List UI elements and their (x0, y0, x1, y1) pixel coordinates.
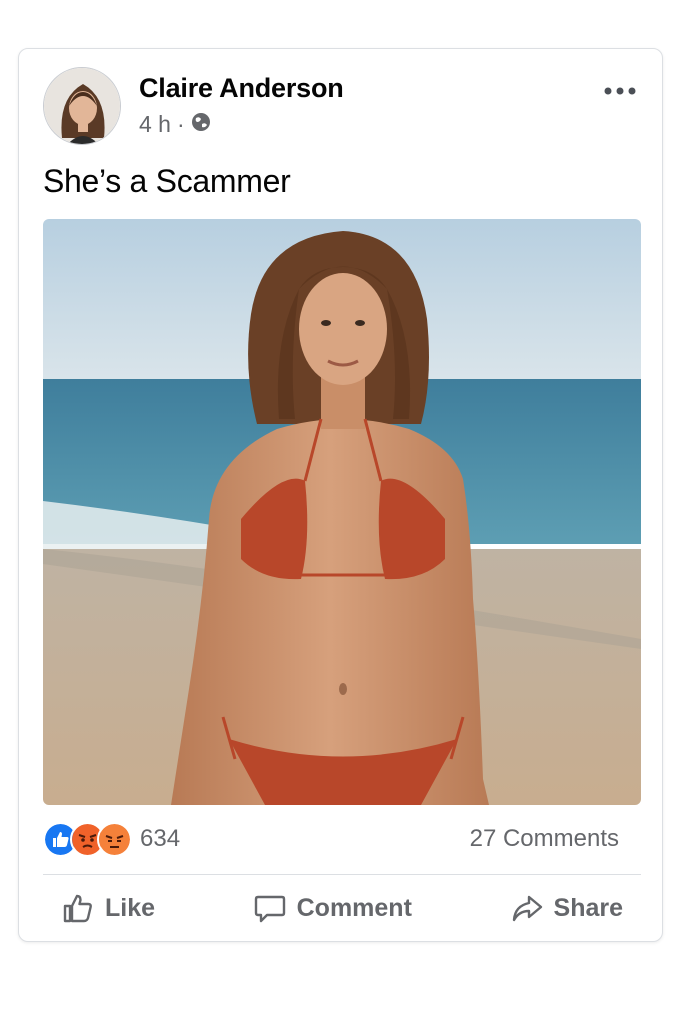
author-name[interactable]: Claire Anderson (139, 73, 344, 104)
thumbs-up-icon (63, 894, 92, 923)
comment-button[interactable]: Comment (235, 885, 430, 931)
divider (43, 874, 641, 875)
more-options-button[interactable] (602, 79, 638, 103)
share-icon (512, 895, 542, 922)
like-button[interactable]: Like (43, 885, 173, 931)
post-time[interactable]: 4 h (139, 111, 171, 138)
more-dots-icon (604, 87, 636, 95)
post-text: She’s a Scammer (43, 163, 291, 199)
post-photo[interactable] (43, 219, 641, 805)
like-label: Like (105, 893, 156, 922)
meta-separator: · (176, 111, 185, 137)
post-card: Claire Anderson 4 h · She’s a Scammer 63… (18, 48, 663, 942)
post-actions: Like Comment Share (43, 881, 641, 935)
globe-icon (191, 111, 211, 138)
reaction-count[interactable]: 634 (140, 825, 180, 853)
post-meta: 4 h · (139, 111, 211, 138)
comment-label: Comment (296, 893, 412, 922)
share-label: Share (553, 893, 623, 922)
reaction-icons[interactable] (43, 821, 132, 857)
avatar[interactable] (43, 67, 121, 145)
comments-count[interactable]: 27 Comments (470, 825, 619, 853)
angry-reaction-icon (97, 821, 132, 857)
comment-icon (254, 895, 285, 923)
share-button[interactable]: Share (492, 885, 641, 931)
post-stats: 634 27 Comments (43, 821, 619, 857)
